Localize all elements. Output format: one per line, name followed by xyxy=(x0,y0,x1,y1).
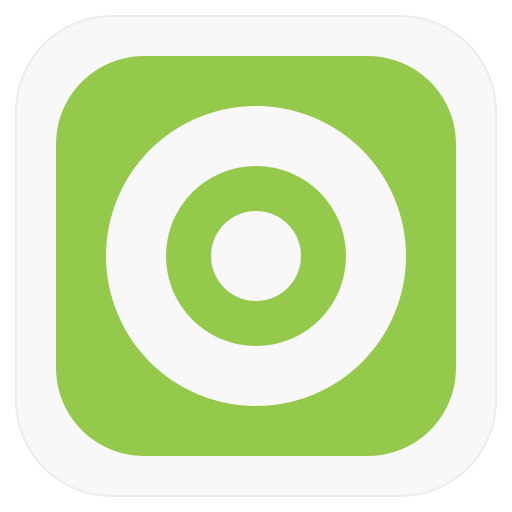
center-white-dot xyxy=(211,211,301,301)
target-icon[interactable] xyxy=(0,0,512,512)
app-icon-canvas xyxy=(0,0,512,512)
